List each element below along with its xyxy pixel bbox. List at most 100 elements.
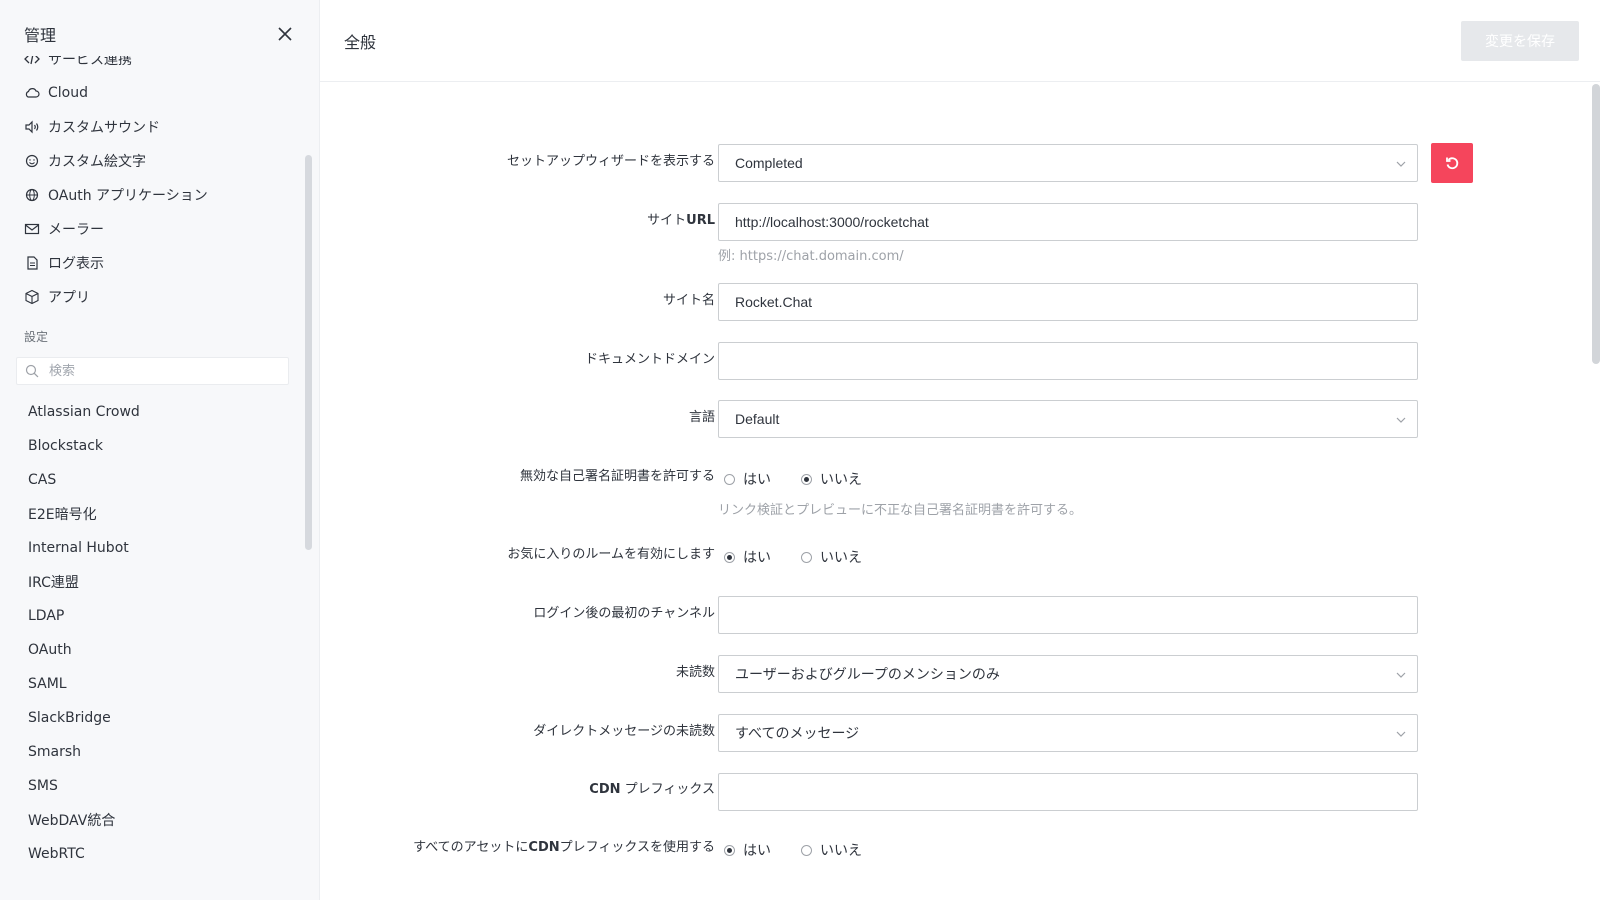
radio-group: はい いいえ: [724, 840, 892, 860]
select-value: Completed: [735, 155, 803, 171]
setting-label: セットアップウィザードを表示する: [506, 154, 715, 169]
sidebar-setting-item[interactable]: E2E暗号化: [0, 497, 305, 531]
setting-label: ログイン後の最初のチャンネル: [533, 606, 715, 621]
sidebar-setting-item[interactable]: Atlassian Crowd: [0, 395, 305, 429]
sidebar-item-custom-emoji[interactable]: カスタム絵文字: [0, 144, 305, 178]
sidebar-setting-item[interactable]: OAuth: [0, 633, 305, 667]
sidebar-item-label: メーラー: [48, 222, 104, 238]
document-domain-input[interactable]: [718, 342, 1418, 380]
document-domain-field[interactable]: [735, 353, 1401, 369]
sidebar-setting-item[interactable]: Blockstack: [0, 429, 305, 463]
unread-count-select[interactable]: ユーザーおよびグループのメンションのみ: [718, 655, 1418, 693]
select-value: Default: [735, 411, 780, 427]
cloud-icon: [24, 85, 40, 101]
radio-dot: [801, 551, 812, 563]
setting-label: 言語: [688, 410, 715, 425]
sidebar-item-cloud[interactable]: Cloud: [0, 76, 305, 110]
setting-label: サイトURL: [320, 212, 715, 230]
label-text: サイト: [647, 213, 687, 228]
search-icon: [25, 364, 39, 378]
radio-yes[interactable]: はい: [724, 840, 771, 860]
sidebar-setting-item[interactable]: WebDAV統合: [0, 803, 305, 837]
label-text: プレフィックスを使用する: [559, 840, 715, 855]
sidebar-setting-item[interactable]: IRC連盟: [0, 565, 305, 599]
first-channel-field[interactable]: [735, 607, 1401, 623]
radio-yes[interactable]: はい: [724, 547, 771, 567]
site-name-input[interactable]: [718, 283, 1418, 321]
site-url-input[interactable]: [718, 203, 1418, 241]
admin-sidebar: 管理 サービス連携 Cloud カスタムサウンド カスタム絵文字 OAuth ア…: [0, 0, 320, 900]
settings-search-box: [16, 357, 289, 385]
radio-no[interactable]: いいえ: [801, 547, 862, 567]
sidebar-item-label: Cloud: [48, 85, 88, 101]
sidebar-item-apps[interactable]: アプリ: [0, 280, 305, 314]
radio-label: いいえ: [820, 550, 862, 566]
sidebar-setting-item[interactable]: WebRTC: [0, 837, 305, 871]
sidebar-item-label: OAuth アプリケーション: [48, 188, 208, 204]
setting-label: すべてのアセットにCDNプレフィックスを使用する: [320, 839, 715, 857]
sidebar-item-label: ログ表示: [48, 256, 104, 272]
radio-label: いいえ: [820, 472, 862, 488]
sidebar-scroll-area: サービス連携 Cloud カスタムサウンド カスタム絵文字 OAuth アプリケ…: [0, 56, 305, 900]
sidebar-setting-item[interactable]: SAML: [0, 667, 305, 701]
cdn-prefix-field[interactable]: [735, 784, 1401, 800]
label-bold-text: CDN: [589, 782, 621, 797]
main-panel: 全般 変更を保存 セットアップウィザードを表示する Completed サイトU…: [320, 0, 1600, 900]
radio-group: はい いいえ: [724, 469, 892, 489]
code-icon: [24, 56, 40, 67]
sidebar-item-mailer[interactable]: メーラー: [0, 212, 305, 246]
sidebar-setting-item[interactable]: Internal Hubot: [0, 531, 305, 565]
sidebar-item-oauth-apps[interactable]: OAuth アプリケーション: [0, 178, 305, 212]
setting-label: サイト名: [662, 293, 715, 308]
setting-hint: 例: https://chat.domain.com/: [718, 249, 904, 264]
radio-dot: [801, 473, 812, 485]
sidebar-setting-item[interactable]: SMS: [0, 769, 305, 803]
first-channel-input[interactable]: [718, 596, 1418, 634]
sidebar-item-custom-sounds[interactable]: カスタムサウンド: [0, 110, 305, 144]
sidebar-item-integrations[interactable]: サービス連携: [0, 56, 305, 76]
sidebar-setting-item[interactable]: Smarsh: [0, 735, 305, 769]
sidebar-setting-item[interactable]: SlackBridge: [0, 701, 305, 735]
radio-label: はい: [743, 550, 771, 566]
cdn-prefix-input[interactable]: [718, 773, 1418, 811]
radio-no[interactable]: いいえ: [801, 840, 862, 860]
sidebar-setting-item[interactable]: LDAP: [0, 599, 305, 633]
sidebar-setting-item[interactable]: CAS: [0, 463, 305, 497]
site-name-field[interactable]: [735, 294, 1401, 310]
sidebar-scrollbar[interactable]: [305, 155, 312, 550]
chevron-down-icon: [1396, 417, 1406, 423]
setting-label: 未読数: [675, 665, 715, 680]
dm-unread-count-select[interactable]: すべてのメッセージ: [718, 714, 1418, 752]
globe-icon: [24, 187, 40, 203]
radio-label: はい: [743, 472, 771, 488]
select-value: すべてのメッセージ: [735, 725, 860, 741]
radio-yes[interactable]: はい: [724, 469, 771, 489]
volume-icon: [24, 119, 40, 135]
chevron-down-icon: [1396, 731, 1406, 737]
main-scrollbar[interactable]: [1592, 84, 1600, 364]
sidebar-item-view-logs[interactable]: ログ表示: [0, 246, 305, 280]
save-changes-button[interactable]: 変更を保存: [1461, 20, 1579, 61]
setting-label: CDN プレフィックス: [320, 781, 715, 799]
cube-icon: [24, 289, 40, 305]
sidebar-title: 管理: [24, 26, 57, 45]
radio-dot: [801, 844, 812, 856]
settings-search-input[interactable]: [46, 362, 280, 380]
radio-dot: [724, 844, 735, 856]
chevron-down-icon: [1396, 161, 1406, 167]
page-header: 全般 変更を保存: [320, 0, 1600, 82]
radio-group: はい いいえ: [724, 547, 892, 567]
radio-label: はい: [743, 843, 771, 859]
reset-button[interactable]: [1431, 143, 1473, 183]
language-select[interactable]: Default: [718, 400, 1418, 438]
radio-no[interactable]: いいえ: [801, 469, 862, 489]
setting-label: ドキュメントドメイン: [584, 352, 715, 367]
site-url-field[interactable]: [735, 214, 1401, 230]
setting-hint: リンク検証とプレビューに不正な自己署名証明書を許可する。: [718, 503, 1083, 518]
settings-list: Atlassian Crowd Blockstack CAS E2E暗号化 Intern…: [0, 395, 305, 871]
sidebar-item-label: カスタムサウンド: [48, 120, 160, 136]
label-text: プレフィックス: [620, 782, 715, 797]
close-icon[interactable]: [275, 24, 295, 44]
sidebar-item-label: カスタム絵文字: [48, 154, 146, 170]
setup-wizard-select[interactable]: Completed: [718, 144, 1418, 182]
